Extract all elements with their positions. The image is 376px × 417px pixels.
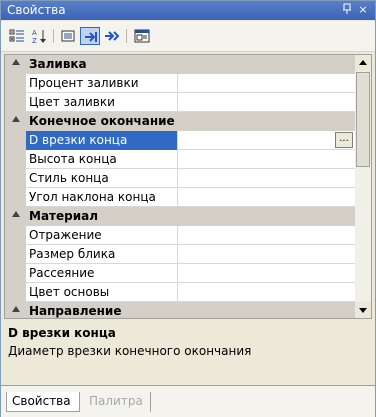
- column-divider: [177, 150, 178, 169]
- toolbar-separator: [126, 29, 127, 43]
- collapse-toggle-icon[interactable]: [12, 306, 20, 312]
- column-divider: [177, 226, 178, 245]
- ellipsis-button[interactable]: ...: [335, 132, 353, 148]
- property-name: Отражение: [29, 228, 102, 242]
- category-row[interactable]: Конечное окончание: [5, 112, 356, 131]
- arrow-right-icon: [105, 31, 120, 41]
- tab-properties[interactable]: Свойства: [6, 392, 80, 412]
- description-title: D врезки конца: [8, 326, 116, 340]
- category-label: Материал: [29, 209, 99, 223]
- sort-az-icon: A Z: [32, 29, 46, 44]
- window-icon: [134, 29, 150, 43]
- title-bar[interactable]: Свойства ×: [1, 1, 375, 20]
- scroll-thumb[interactable]: [356, 72, 370, 167]
- row-gutter: [5, 150, 26, 169]
- row-gutter: [5, 93, 26, 112]
- arrow-right-active-icon: [85, 32, 97, 42]
- alphabetical-sort-button[interactable]: A Z: [29, 27, 49, 45]
- property-name: Рассеяние: [29, 266, 95, 280]
- property-name: Цвет заливки: [29, 95, 115, 109]
- description-text: Диаметр врезки конечного окончания: [8, 344, 252, 358]
- svg-text:A: A: [32, 29, 37, 37]
- property-row[interactable]: Стиль конца: [5, 169, 356, 188]
- categorized-icon: [9, 29, 24, 42]
- properties-view-button[interactable]: [58, 27, 78, 45]
- column-divider: [177, 93, 178, 112]
- property-row-selected[interactable]: D врезки конца...: [5, 131, 356, 150]
- properties-icon: [61, 30, 75, 42]
- events-button[interactable]: [102, 27, 122, 45]
- chevron-down-icon: [359, 308, 367, 313]
- column-divider: [177, 283, 178, 302]
- column-divider: [177, 188, 178, 207]
- property-row[interactable]: Цвет заливки: [5, 93, 356, 112]
- column-divider: [177, 74, 178, 93]
- row-gutter: [5, 245, 26, 264]
- property-row[interactable]: Угол наклона конца: [5, 188, 356, 207]
- category-label: Заливка: [29, 57, 87, 71]
- category-label: Направление: [29, 304, 122, 318]
- properties-panel: Свойства × A Z Заливка Процент заливки Ц…: [0, 0, 376, 417]
- category-row[interactable]: Заливка: [5, 55, 356, 74]
- property-row[interactable]: Размер блика: [5, 245, 356, 264]
- row-gutter: [5, 283, 26, 302]
- close-icon[interactable]: ×: [357, 3, 369, 17]
- property-row[interactable]: Отражение: [5, 226, 356, 245]
- property-row[interactable]: Цвет основы: [5, 283, 356, 302]
- pin-icon[interactable]: [341, 3, 353, 17]
- tab-strip: Свойства Палитра: [1, 385, 375, 417]
- property-name: Цвет основы: [29, 285, 110, 299]
- row-gutter: [5, 188, 26, 207]
- toolbar-separator: [53, 29, 54, 43]
- scroll-up-button[interactable]: [355, 55, 371, 71]
- property-name: Процент заливки: [29, 76, 139, 90]
- property-pages-button[interactable]: [80, 27, 100, 45]
- property-page-window-button[interactable]: [132, 27, 152, 45]
- column-divider: [177, 264, 178, 283]
- property-row[interactable]: Рассеяние: [5, 264, 356, 283]
- category-row[interactable]: Направление: [5, 302, 356, 318]
- property-name: Угол наклона конца: [29, 190, 156, 204]
- property-name: Стиль конца: [29, 171, 109, 185]
- column-divider: [177, 131, 178, 150]
- property-name: D врезки конца: [29, 133, 128, 147]
- chevron-up-icon: [359, 60, 367, 65]
- scroll-down-button[interactable]: [355, 302, 371, 318]
- collapse-toggle-icon[interactable]: [12, 59, 20, 65]
- row-gutter: [5, 264, 26, 283]
- column-divider: [177, 169, 178, 188]
- row-gutter: [5, 74, 26, 93]
- column-divider: [177, 245, 178, 264]
- toolbar: A Z: [1, 21, 375, 52]
- vertical-scrollbar[interactable]: [355, 54, 372, 319]
- description-pane: D врезки конца Диаметр врезки конечного …: [4, 322, 372, 382]
- row-gutter: [5, 131, 26, 150]
- collapse-toggle-icon[interactable]: [12, 211, 20, 217]
- property-row[interactable]: Процент заливки: [5, 74, 356, 93]
- category-label: Конечное окончание: [29, 114, 175, 128]
- property-name: Размер блика: [29, 247, 116, 261]
- row-gutter: [5, 226, 26, 245]
- collapse-toggle-icon[interactable]: [12, 116, 20, 122]
- categorized-view-button[interactable]: [7, 27, 27, 45]
- tab-palette[interactable]: Палитра: [85, 392, 151, 412]
- property-name: Высота конца: [29, 152, 117, 166]
- row-gutter: [5, 169, 26, 188]
- property-grid: Заливка Процент заливки Цвет заливки Конечн…: [4, 54, 356, 319]
- category-row[interactable]: Материал: [5, 207, 356, 226]
- property-row[interactable]: Высота конца: [5, 150, 356, 169]
- svg-text:Z: Z: [32, 37, 37, 44]
- panel-title: Свойства: [7, 3, 66, 17]
